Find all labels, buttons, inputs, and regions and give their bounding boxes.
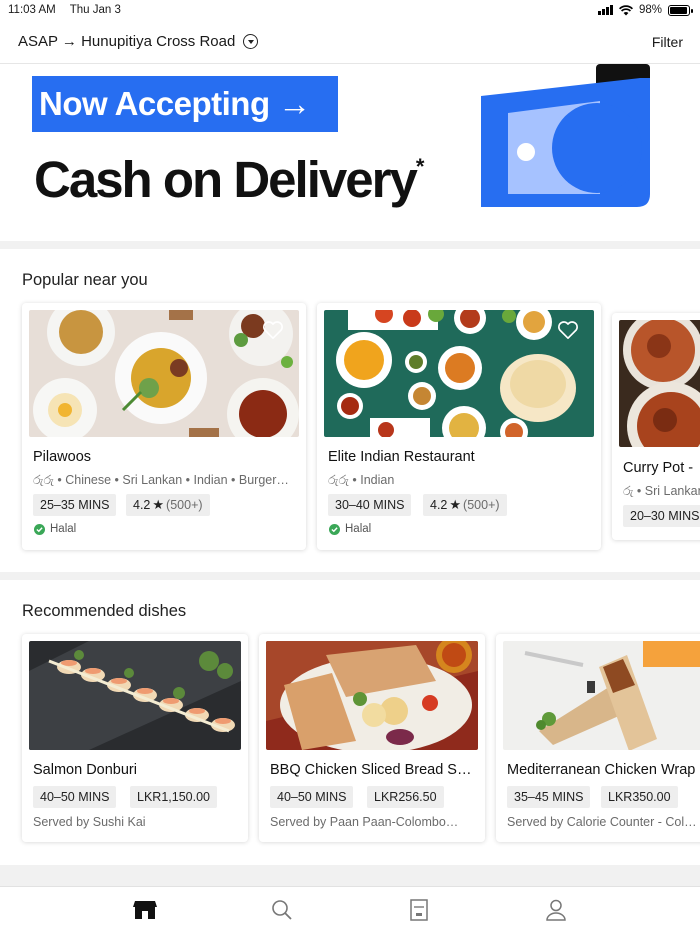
cellular-signal-icon — [598, 5, 613, 15]
restaurant-name: Pilawoos — [33, 449, 92, 465]
star-icon: ★ — [152, 497, 165, 512]
halal-badge: Halal — [34, 523, 76, 535]
restaurant-card-elite-indian[interactable]: Elite Indian Restaurant රුරු • Indian 30… — [317, 303, 601, 550]
delivery-location-label: ASAP → Hunupitiya Cross Road — [18, 33, 236, 50]
delivery-location-selector[interactable]: ASAP → Hunupitiya Cross Road — [18, 33, 259, 50]
restaurant-tags: රුරු • Indian — [328, 473, 395, 487]
restaurant-image — [29, 310, 299, 437]
wifi-icon — [618, 4, 633, 15]
restaurant-card-curry-pot[interactable]: Curry Pot - රු • Sri Lankan 20–30 MINS — [612, 313, 700, 540]
dish-name: Mediterranean Chicken Wrap — [507, 762, 696, 778]
rating-value: 4.2 — [430, 498, 448, 512]
restaurant-tags: රුරු • Chinese • Sri Lankan • Indian • B… — [33, 473, 295, 487]
check-icon — [329, 523, 340, 535]
nav-orders[interactable] — [399, 890, 439, 930]
promo-banner[interactable]: Now Accepting → Cash on Delivery* — [0, 64, 700, 241]
dish-image — [266, 641, 478, 750]
delivery-time-badge: 20–30 MINS — [623, 505, 700, 527]
dish-image — [503, 641, 700, 750]
dish-card-salmon-donburi[interactable]: Salmon Donburi 40–50 MINS LKR1,150.00 Se… — [22, 634, 248, 842]
restaurant-tags: රු • Sri Lankan — [623, 484, 700, 498]
status-time: 11:03 AM — [8, 4, 56, 16]
bottom-navigation — [0, 886, 700, 933]
app-header: ASAP → Hunupitiya Cross Road Filter — [0, 20, 700, 64]
halal-label: Halal — [345, 523, 372, 535]
restaurant-card-pilawoos[interactable]: Pilawoos රුරු • Chinese • Sri Lankan • I… — [22, 303, 306, 550]
battery-icon — [668, 4, 693, 16]
dish-card-mediterranean-wrap[interactable]: Mediterranean Chicken Wrap 35–45 MINS LK… — [496, 634, 700, 842]
delivery-time-badge: 40–50 MINS — [33, 786, 117, 808]
section-heading-recommended: Recommended dishes — [22, 602, 187, 620]
recommended-section: Recommended dishes Salmon Donburi 40–50 … — [0, 580, 700, 865]
delivery-time-badge: 25–35 MINS — [33, 494, 117, 516]
dish-name: Salmon Donburi — [33, 762, 137, 778]
price-badge: LKR350.00 — [601, 786, 678, 808]
restaurant-image — [324, 310, 594, 437]
nav-account[interactable] — [536, 890, 576, 930]
served-by: Served by Sushi Kai — [33, 815, 146, 829]
rating-value: 4.2 — [133, 498, 151, 512]
nav-search[interactable] — [262, 890, 302, 930]
rating-count: (500+) — [463, 498, 500, 512]
cash-bill-illustration — [481, 64, 650, 207]
check-icon — [34, 523, 45, 535]
banner-title: Cash on Delivery* — [34, 151, 425, 208]
favorite-heart-icon[interactable] — [262, 320, 284, 340]
chevron-down-icon — [243, 34, 259, 49]
delivery-time-badge: 40–50 MINS — [270, 786, 354, 808]
dish-card-bbq-chicken-bread[interactable]: BBQ Chicken Sliced Bread Sa… 40–50 MINS … — [259, 634, 485, 842]
restaurant-name: Elite Indian Restaurant — [328, 449, 475, 465]
rating-count: (500+) — [166, 498, 203, 512]
served-by: Served by Calorie Counter - Col… — [507, 815, 697, 829]
battery-percent: 98% — [638, 4, 662, 16]
restaurant-name: Curry Pot - — [623, 460, 694, 476]
favorite-heart-icon[interactable] — [557, 320, 579, 340]
nav-home[interactable] — [125, 890, 165, 930]
rating-badge: 4.2 ★ (500+) — [423, 494, 507, 516]
banner-tag: Now Accepting → — [32, 76, 338, 132]
delivery-time-badge: 30–40 MINS — [328, 494, 412, 516]
filter-button[interactable]: Filter — [652, 34, 683, 50]
search-icon — [271, 900, 292, 920]
account-icon — [545, 899, 566, 921]
dish-image — [29, 641, 241, 750]
status-date: Thu Jan 3 — [69, 4, 121, 16]
star-icon: ★ — [449, 497, 462, 512]
dish-name: BBQ Chicken Sliced Bread Sa… — [270, 762, 477, 778]
status-bar: 11:03 AM Thu Jan 3 98% — [0, 0, 700, 20]
rating-badge: 4.2 ★ (500+) — [126, 494, 210, 516]
restaurant-image — [619, 320, 700, 447]
delivery-time-badge: 35–45 MINS — [507, 786, 591, 808]
served-by: Served by Paan Paan-Colombo… — [270, 815, 459, 829]
price-badge: LKR1,150.00 — [130, 786, 217, 808]
popular-section: Popular near you Pilawoos රුරු • Chinese… — [0, 249, 700, 572]
halal-label: Halal — [50, 523, 77, 535]
price-badge: LKR256.50 — [367, 786, 444, 808]
home-icon — [132, 901, 157, 919]
orders-icon — [409, 899, 428, 921]
halal-badge: Halal — [329, 523, 371, 535]
section-heading-popular: Popular near you — [22, 271, 148, 289]
